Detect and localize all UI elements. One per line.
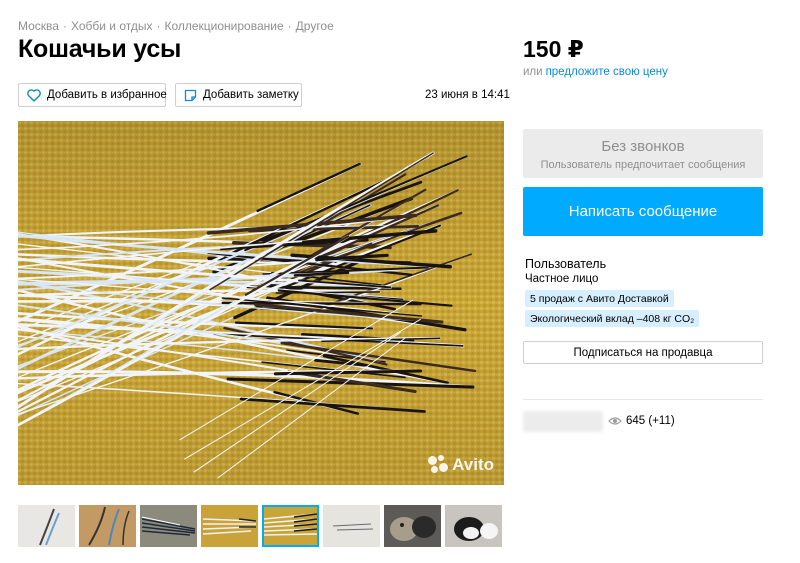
eye-icon [608, 417, 622, 425]
thumbnail[interactable] [323, 505, 380, 547]
breadcrumb-item-other[interactable]: Другое [296, 19, 334, 33]
price-offer-prefix: или [523, 66, 543, 78]
thumbnail[interactable] [445, 505, 502, 547]
add-to-favorites-button[interactable]: Добавить в избранное [18, 83, 167, 107]
note-icon [184, 89, 197, 101]
blurred-ad-id [523, 411, 603, 432]
breadcrumb-separator: · [287, 19, 292, 33]
add-to-favorites-label: Добавить в избранное [47, 89, 167, 101]
offer-price-link[interactable]: предложите свою цену [546, 66, 668, 78]
breadcrumb: Москва · Хобби и отдых · Коллекционирование ·… [18, 19, 334, 33]
thumbnail[interactable] [201, 505, 258, 547]
thumbnail[interactable] [140, 505, 197, 547]
add-note-button[interactable]: Добавить заметку [175, 83, 302, 107]
whiskers-photo [18, 121, 504, 485]
add-note-label: Добавить заметку [203, 89, 299, 101]
seller-type: Частное лицо [525, 273, 599, 285]
thumbnail-strip [18, 505, 506, 547]
thumbnail[interactable] [384, 505, 441, 547]
avito-watermark: Avito [428, 455, 494, 475]
avito-logo-icon [428, 455, 449, 475]
main-photo[interactable]: Avito [18, 121, 504, 485]
seller-badge-deliveries: 5 продаж с Авито Доставкой [525, 290, 674, 307]
view-count-value: 645 (+11) [626, 415, 675, 427]
price-offer: или предложите свою цену [523, 66, 668, 78]
page-title: Кошачьи усы [18, 35, 182, 63]
breadcrumb-item-hobby[interactable]: Хобби и отдых [71, 19, 153, 33]
no-calls-title: Без звонков [601, 138, 685, 155]
no-calls-subtitle: Пользователь предпочитает сообщения [540, 159, 746, 171]
publish-date: 23 июня в 14:41 [425, 89, 510, 101]
view-count: 645 (+11) [608, 415, 675, 427]
subscribe-seller-button[interactable]: Подписаться на продавца [523, 341, 763, 364]
seller-badge-eco: Экологический вклад –408 кг CO₂ [525, 310, 700, 327]
thumbnail[interactable] [18, 505, 75, 547]
send-message-button[interactable]: Написать сообщение [523, 187, 763, 236]
no-calls-notice: Без звонков Пользователь предпочитает со… [523, 129, 763, 178]
heart-icon [27, 88, 41, 102]
divider [523, 399, 763, 400]
breadcrumb-item-collecting[interactable]: Коллекционирование [164, 19, 283, 33]
thumbnail-active[interactable] [262, 505, 319, 547]
seller-name[interactable]: Пользователь [525, 257, 606, 271]
avito-watermark-text: Avito [452, 455, 494, 474]
whisker-dark-tip [221, 301, 422, 306]
breadcrumb-item-city[interactable]: Москва [18, 19, 59, 33]
thumbnail[interactable] [79, 505, 136, 547]
breadcrumb-separator: · [62, 19, 67, 33]
price: 150 ₽ [523, 36, 584, 62]
breadcrumb-separator: · [156, 19, 161, 33]
